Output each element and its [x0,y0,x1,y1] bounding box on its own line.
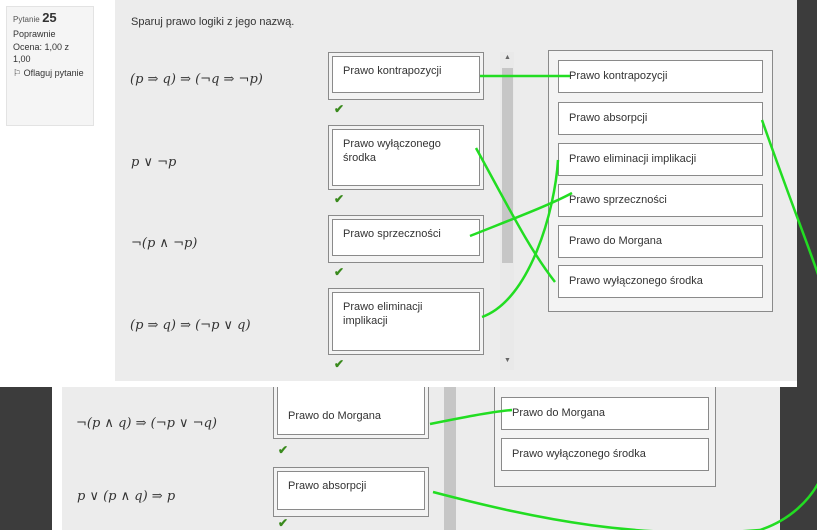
connector-line [432,482,817,530]
connector-line [474,147,556,283]
connector-line [481,159,560,319]
connector-lines [429,74,817,530]
connector-line [429,408,513,426]
connector-line [760,119,817,276]
